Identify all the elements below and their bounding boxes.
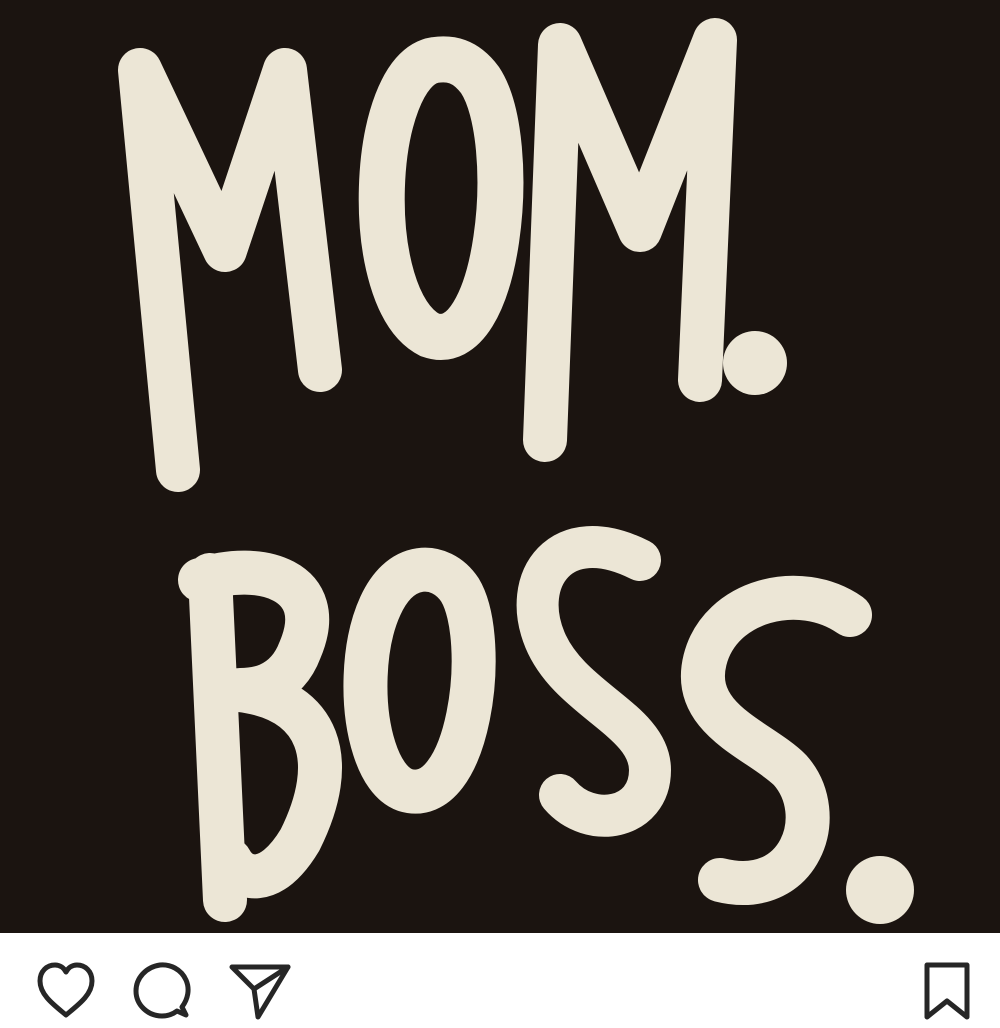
paper-plane-icon[interactable] xyxy=(228,959,292,1023)
comment-icon[interactable] xyxy=(130,959,194,1023)
period-dot xyxy=(846,856,914,924)
post-image[interactable] xyxy=(0,0,1000,933)
post-action-bar xyxy=(0,933,1000,1020)
heart-icon[interactable] xyxy=(34,959,98,1023)
mom-boss-lettering xyxy=(118,18,914,924)
period-dot xyxy=(723,331,787,395)
bookmark-icon[interactable] xyxy=(915,959,979,1023)
